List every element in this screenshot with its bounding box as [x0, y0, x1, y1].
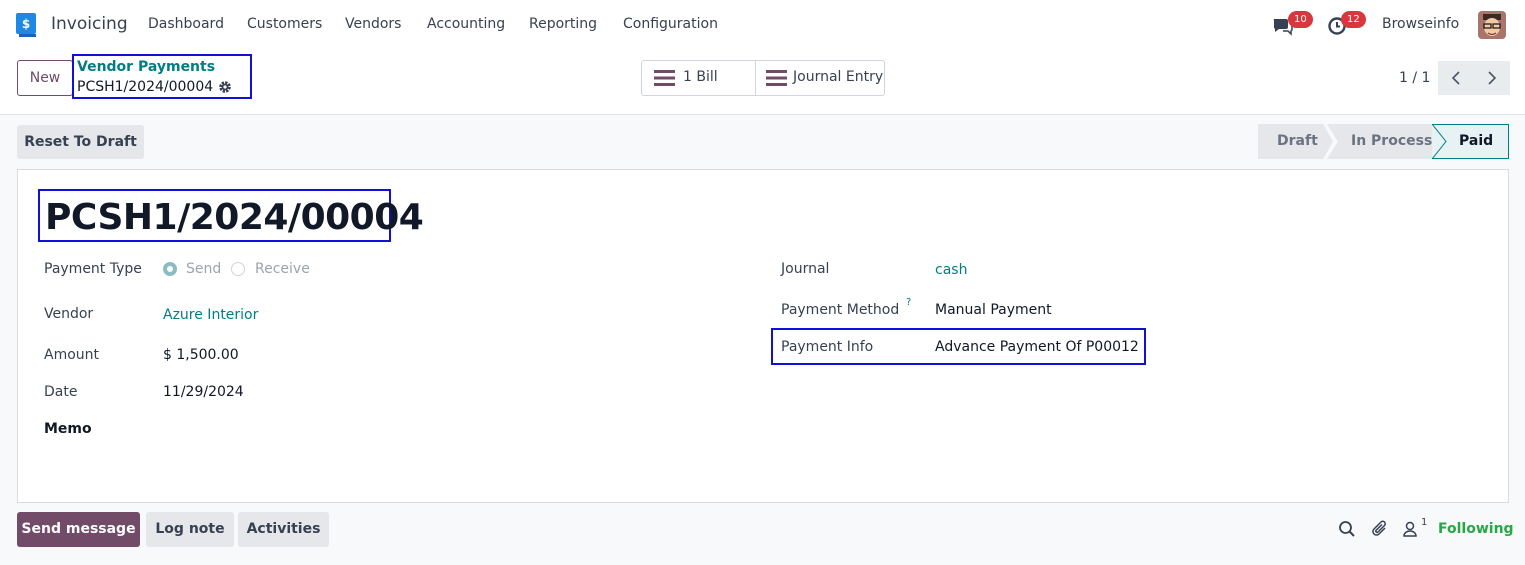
- reset-to-draft-button[interactable]: Reset To Draft: [17, 125, 144, 159]
- search-icon[interactable]: [1338, 520, 1356, 538]
- svg-text:$: $: [22, 17, 30, 31]
- smart-buttons: 1 Bill Journal Entry: [641, 60, 885, 96]
- menu-dashboard[interactable]: Dashboard: [148, 16, 224, 32]
- pager-next-button[interactable]: [1474, 61, 1510, 95]
- status-in-process[interactable]: In Process: [1327, 124, 1447, 159]
- log-note-button[interactable]: Log note: [146, 512, 234, 547]
- menu-customers[interactable]: Customers: [247, 16, 322, 32]
- status-draft[interactable]: Draft: [1258, 124, 1333, 159]
- receive-radio-label[interactable]: Receive: [255, 261, 310, 277]
- followers-count: 1: [1421, 517, 1428, 528]
- control-panel: New Vendor Payments PCSH1/2024/00004 1 B…: [0, 50, 1525, 115]
- journal-label: Journal: [781, 261, 830, 277]
- payment-type-label: Payment Type: [44, 261, 142, 277]
- status-arrow: [1432, 124, 1448, 159]
- journal-field[interactable]: cash: [935, 262, 967, 278]
- send-message-button[interactable]: Send message: [17, 512, 140, 547]
- gear-icon[interactable]: [218, 80, 232, 94]
- date-field[interactable]: 11/29/2024: [163, 384, 244, 400]
- chevron-right-icon: [1488, 71, 1497, 85]
- payment-method-field[interactable]: Manual Payment: [935, 302, 1052, 318]
- bills-smart-button[interactable]: 1 Bill: [642, 61, 755, 95]
- date-label: Date: [44, 384, 78, 400]
- following-button[interactable]: Following: [1438, 521, 1514, 537]
- activities-button[interactable]: Activities: [238, 512, 329, 547]
- amount-field[interactable]: $ 1,500.00: [163, 347, 239, 363]
- app-name[interactable]: Invoicing: [51, 14, 128, 34]
- activities-badge: 12: [1341, 11, 1366, 28]
- menu-accounting[interactable]: Accounting: [427, 16, 505, 32]
- pager-value[interactable]: 1 / 1: [1399, 70, 1430, 86]
- help-tooltip-icon[interactable]: ?: [906, 297, 911, 308]
- breadcrumb-vendor-payments[interactable]: Vendor Payments: [77, 59, 215, 75]
- user-avatar[interactable]: [1478, 11, 1506, 39]
- menu-configuration[interactable]: Configuration: [623, 16, 718, 32]
- record-title: PCSH1/2024/00004: [45, 197, 424, 238]
- payment-info-label: Payment Info: [781, 339, 874, 355]
- menu-reporting[interactable]: Reporting: [529, 16, 597, 32]
- memo-label: Memo: [44, 421, 92, 437]
- vendor-label: Vendor: [44, 306, 94, 322]
- menu-vendors[interactable]: Vendors: [345, 16, 401, 32]
- new-button[interactable]: New: [17, 60, 73, 96]
- paperclip-icon[interactable]: [1371, 520, 1389, 538]
- list-icon: [654, 70, 675, 86]
- invoicing-app-icon[interactable]: $: [16, 13, 36, 37]
- top-navbar: $ Invoicing Dashboard Customers Vendors …: [0, 0, 1525, 50]
- bills-smart-button-label: 1 Bill: [683, 69, 718, 85]
- send-radio-label[interactable]: Send: [186, 261, 221, 277]
- send-radio[interactable]: [163, 262, 177, 276]
- journal-entry-smart-button[interactable]: Journal Entry: [756, 61, 884, 95]
- vendor-field[interactable]: Azure Interior: [163, 307, 258, 323]
- payment-method-label: Payment Method: [781, 302, 900, 318]
- payment-info-field[interactable]: Advance Payment Of P00012: [935, 339, 1139, 355]
- company-switcher[interactable]: Browseinfo: [1382, 16, 1459, 32]
- list-icon: [766, 70, 787, 86]
- amount-label: Amount: [44, 347, 100, 363]
- breadcrumb-current-record: PCSH1/2024/00004: [77, 79, 214, 95]
- journal-entry-smart-button-label: Journal Entry: [793, 69, 884, 85]
- pager-previous-button[interactable]: [1438, 61, 1474, 95]
- receive-radio[interactable]: [231, 262, 245, 276]
- followers-icon[interactable]: [1402, 520, 1420, 538]
- chevron-left-icon: [1451, 71, 1460, 85]
- messages-badge: 10: [1288, 11, 1313, 28]
